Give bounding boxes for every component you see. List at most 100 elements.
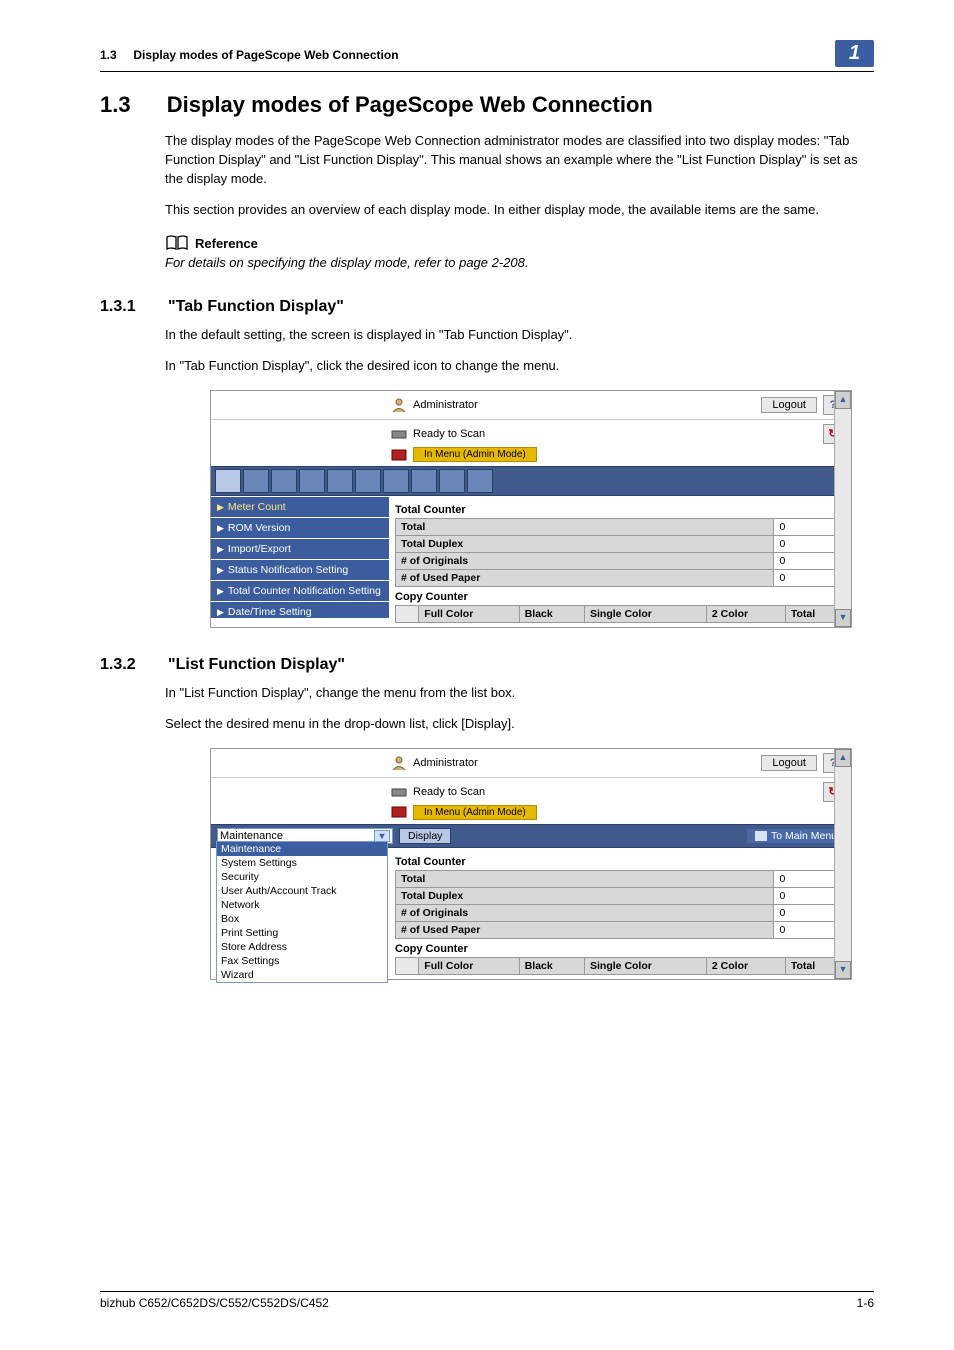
copy-counter-table: Full Color Black Single Color 2 Color To… bbox=[395, 957, 845, 975]
copy-counter-title: Copy Counter bbox=[395, 939, 845, 957]
page-header: 1.3 Display modes of PageScope Web Conne… bbox=[100, 40, 874, 72]
row-label: # of Originals bbox=[396, 904, 774, 921]
scroll-down-icon[interactable]: ▼ bbox=[835, 961, 851, 979]
nav-date-time[interactable]: ▶Date/Time Setting bbox=[211, 601, 389, 618]
printer-icon bbox=[391, 786, 407, 798]
toolbar-tab-9[interactable] bbox=[439, 469, 465, 493]
row-label: Total Duplex bbox=[396, 536, 774, 553]
option-user-auth[interactable]: User Auth/Account Track bbox=[217, 884, 387, 898]
reference-text: For details on specifying the display mo… bbox=[165, 255, 874, 270]
book-icon bbox=[165, 235, 189, 251]
tab-toolbar bbox=[211, 466, 851, 496]
administrator-icon bbox=[391, 397, 407, 413]
col-full-color: Full Color bbox=[419, 957, 519, 974]
subsection-2-num: 1.3.2 bbox=[100, 656, 136, 673]
status-icon bbox=[391, 806, 407, 818]
admin-mode-badge: In Menu (Admin Mode) bbox=[413, 805, 537, 820]
total-counter-title: Total Counter bbox=[395, 852, 845, 870]
subsection-1-heading: 1.3.1 "Tab Function Display" bbox=[100, 298, 874, 316]
status-icon bbox=[391, 449, 407, 461]
subsection-1-title: "Tab Function Display" bbox=[168, 298, 344, 315]
scroll-up-icon[interactable]: ▲ bbox=[835, 749, 851, 767]
col-2-color: 2 Color bbox=[706, 606, 785, 623]
col-full-color: Full Color bbox=[419, 606, 519, 623]
nav-rom-version[interactable]: ▶ROM Version bbox=[211, 517, 389, 538]
logout-button[interactable]: Logout bbox=[761, 397, 817, 413]
to-main-label: To Main Menu bbox=[771, 830, 837, 842]
printer-icon bbox=[391, 428, 407, 440]
nav-import-export[interactable]: ▶Import/Export bbox=[211, 538, 389, 559]
option-system-settings[interactable]: System Settings bbox=[217, 856, 387, 870]
option-box[interactable]: Box bbox=[217, 912, 387, 926]
option-print-setting[interactable]: Print Setting bbox=[217, 926, 387, 940]
option-maintenance[interactable]: Maintenance bbox=[217, 842, 387, 856]
nav-label: Total Counter Notification Setting bbox=[228, 585, 381, 597]
screenshot-list-display: ▲ ▼ Administrator Logout ? Ready to Scan… bbox=[210, 748, 852, 980]
footer-page-num: 1-6 bbox=[857, 1296, 874, 1310]
section-para-1: The display modes of the PageScope Web C… bbox=[165, 132, 874, 189]
nav-total-counter-notification[interactable]: ▶Total Counter Notification Setting bbox=[211, 580, 389, 601]
option-store-address[interactable]: Store Address bbox=[217, 940, 387, 954]
ready-to-scan-label: Ready to Scan bbox=[413, 786, 485, 798]
toolbar-tab-2[interactable] bbox=[243, 469, 269, 493]
col-black: Black bbox=[519, 606, 584, 623]
toolbar-tab-3[interactable] bbox=[271, 469, 297, 493]
section-heading-num: 1.3 bbox=[100, 92, 131, 117]
option-fax-settings[interactable]: Fax Settings bbox=[217, 954, 387, 968]
toolbar-tab-7[interactable] bbox=[383, 469, 409, 493]
option-security[interactable]: Security bbox=[217, 870, 387, 884]
display-button[interactable]: Display bbox=[399, 828, 451, 844]
subsection-2-title: "List Function Display" bbox=[168, 656, 345, 673]
copy-counter-title: Copy Counter bbox=[395, 587, 845, 605]
ready-to-scan-label: Ready to Scan bbox=[413, 428, 485, 440]
logout-button[interactable]: Logout bbox=[761, 755, 817, 771]
row-label: Total bbox=[396, 870, 774, 887]
scrollbar[interactable]: ▲ ▼ bbox=[834, 749, 851, 979]
row-label: # of Used Paper bbox=[396, 921, 774, 938]
row-label: Total bbox=[396, 519, 774, 536]
scrollbar[interactable]: ▲ ▼ bbox=[834, 391, 851, 627]
dropdown-option-list[interactable]: Maintenance System Settings Security Use… bbox=[216, 841, 388, 983]
nav-label: Meter Count bbox=[228, 501, 286, 513]
page-footer: bizhub C652/C652DS/C552/C552DS/C452 1-6 bbox=[100, 1291, 874, 1310]
sub2-para-2: Select the desired menu in the drop-down… bbox=[165, 715, 874, 734]
total-counter-table: Total0 Total Duplex0 # of Originals0 # o… bbox=[395, 518, 845, 587]
section-para-2: This section provides an overview of eac… bbox=[165, 201, 874, 220]
nav-label: Import/Export bbox=[228, 543, 291, 555]
col-2-color: 2 Color bbox=[706, 957, 785, 974]
toolbar-tab-6[interactable] bbox=[355, 469, 381, 493]
nav-meter-count[interactable]: ▶Meter Count bbox=[211, 496, 389, 517]
section-heading-title: Display modes of PageScope Web Connectio… bbox=[167, 92, 653, 117]
subsection-2-heading: 1.3.2 "List Function Display" bbox=[100, 656, 874, 674]
row-label: # of Originals bbox=[396, 553, 774, 570]
col-single-color: Single Color bbox=[585, 606, 707, 623]
row-label: # of Used Paper bbox=[396, 570, 774, 587]
toolbar-tab-4[interactable] bbox=[299, 469, 325, 493]
header-section-title: Display modes of PageScope Web Connectio… bbox=[133, 48, 398, 62]
to-main-menu-button[interactable]: To Main Menu bbox=[747, 829, 845, 843]
option-network[interactable]: Network bbox=[217, 898, 387, 912]
scroll-down-icon[interactable]: ▼ bbox=[835, 609, 851, 627]
side-nav: ▶Meter Count ▶ROM Version ▶Import/Export… bbox=[211, 496, 389, 627]
col-black: Black bbox=[519, 957, 584, 974]
row-label: Total Duplex bbox=[396, 887, 774, 904]
administrator-label: Administrator bbox=[413, 757, 478, 769]
col-single-color: Single Color bbox=[585, 957, 707, 974]
toolbar-tab-10[interactable] bbox=[467, 469, 493, 493]
admin-mode-badge: In Menu (Admin Mode) bbox=[413, 447, 537, 462]
toolbar-tab-5[interactable] bbox=[327, 469, 353, 493]
sub1-para-1: In the default setting, the screen is di… bbox=[165, 326, 874, 345]
toolbar-tab-8[interactable] bbox=[411, 469, 437, 493]
subsection-1-num: 1.3.1 bbox=[100, 298, 136, 315]
administrator-icon bbox=[391, 755, 407, 771]
scroll-up-icon[interactable]: ▲ bbox=[835, 391, 851, 409]
list-icon bbox=[755, 831, 767, 841]
nav-label: Date/Time Setting bbox=[228, 606, 312, 618]
footer-model: bizhub C652/C652DS/C552/C552DS/C452 bbox=[100, 1296, 329, 1310]
reference-label: Reference bbox=[195, 236, 258, 251]
nav-status-notification[interactable]: ▶Status Notification Setting bbox=[211, 559, 389, 580]
toolbar-tab-1[interactable] bbox=[215, 469, 241, 493]
total-counter-table: Total0 Total Duplex0 # of Originals0 # o… bbox=[395, 870, 845, 939]
header-section-num: 1.3 bbox=[100, 48, 117, 62]
option-wizard[interactable]: Wizard bbox=[217, 968, 387, 982]
